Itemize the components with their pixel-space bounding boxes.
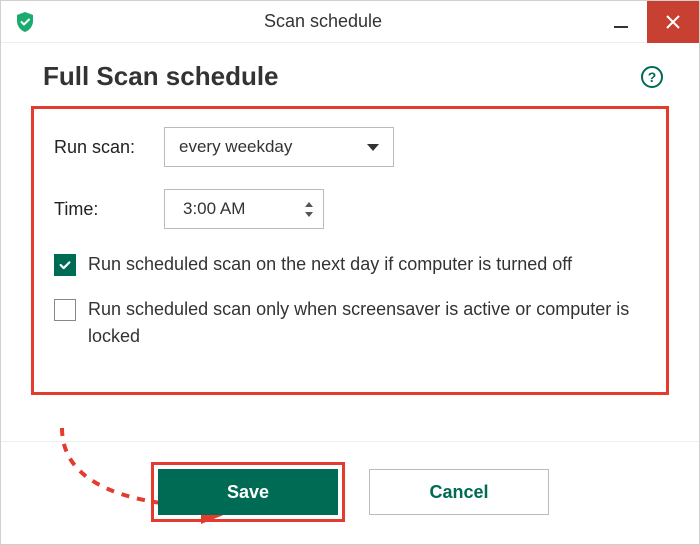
run-scan-dropdown[interactable]: every weekday [164, 127, 394, 167]
run-scan-row: Run scan: every weekday [54, 127, 646, 167]
titlebar: Scan schedule [1, 1, 699, 43]
window-root: Scan schedule Full Scan schedule ? Run s… [0, 0, 700, 545]
cancel-button[interactable]: Cancel [369, 469, 549, 515]
shield-icon [13, 10, 37, 34]
save-button[interactable]: Save [158, 469, 338, 515]
header-row: Full Scan schedule ? [25, 53, 675, 100]
footer: Save Cancel [1, 441, 699, 544]
chevron-down-icon [305, 212, 313, 217]
checkbox-row-screensaver: Run scheduled scan only when screensaver… [54, 296, 646, 350]
save-highlight: Save [151, 462, 345, 522]
help-icon[interactable]: ? [641, 66, 663, 88]
chevron-up-icon [305, 202, 313, 207]
page-title: Full Scan schedule [43, 61, 279, 92]
chevron-down-icon [367, 144, 379, 151]
time-value: 3:00 AM [183, 199, 245, 219]
time-spinner[interactable] [305, 202, 313, 217]
checkbox-next-day[interactable] [54, 254, 76, 276]
time-row: Time: 3:00 AM [54, 189, 646, 229]
settings-panel: Run scan: every weekday Time: 3:00 AM [31, 106, 669, 395]
checkbox-next-day-label[interactable]: Run scheduled scan on the next day if co… [88, 251, 572, 278]
minimize-button[interactable] [595, 1, 647, 43]
run-scan-value: every weekday [179, 137, 292, 157]
time-picker[interactable]: 3:00 AM [164, 189, 324, 229]
close-button[interactable] [647, 1, 699, 43]
checkbox-screensaver-label[interactable]: Run scheduled scan only when screensaver… [88, 296, 646, 350]
run-scan-label: Run scan: [54, 137, 164, 158]
time-label: Time: [54, 199, 164, 220]
window-controls [595, 1, 699, 43]
checkbox-row-next-day: Run scheduled scan on the next day if co… [54, 251, 646, 278]
checkbox-screensaver[interactable] [54, 299, 76, 321]
content-area: Full Scan schedule ? Run scan: every wee… [1, 43, 699, 441]
